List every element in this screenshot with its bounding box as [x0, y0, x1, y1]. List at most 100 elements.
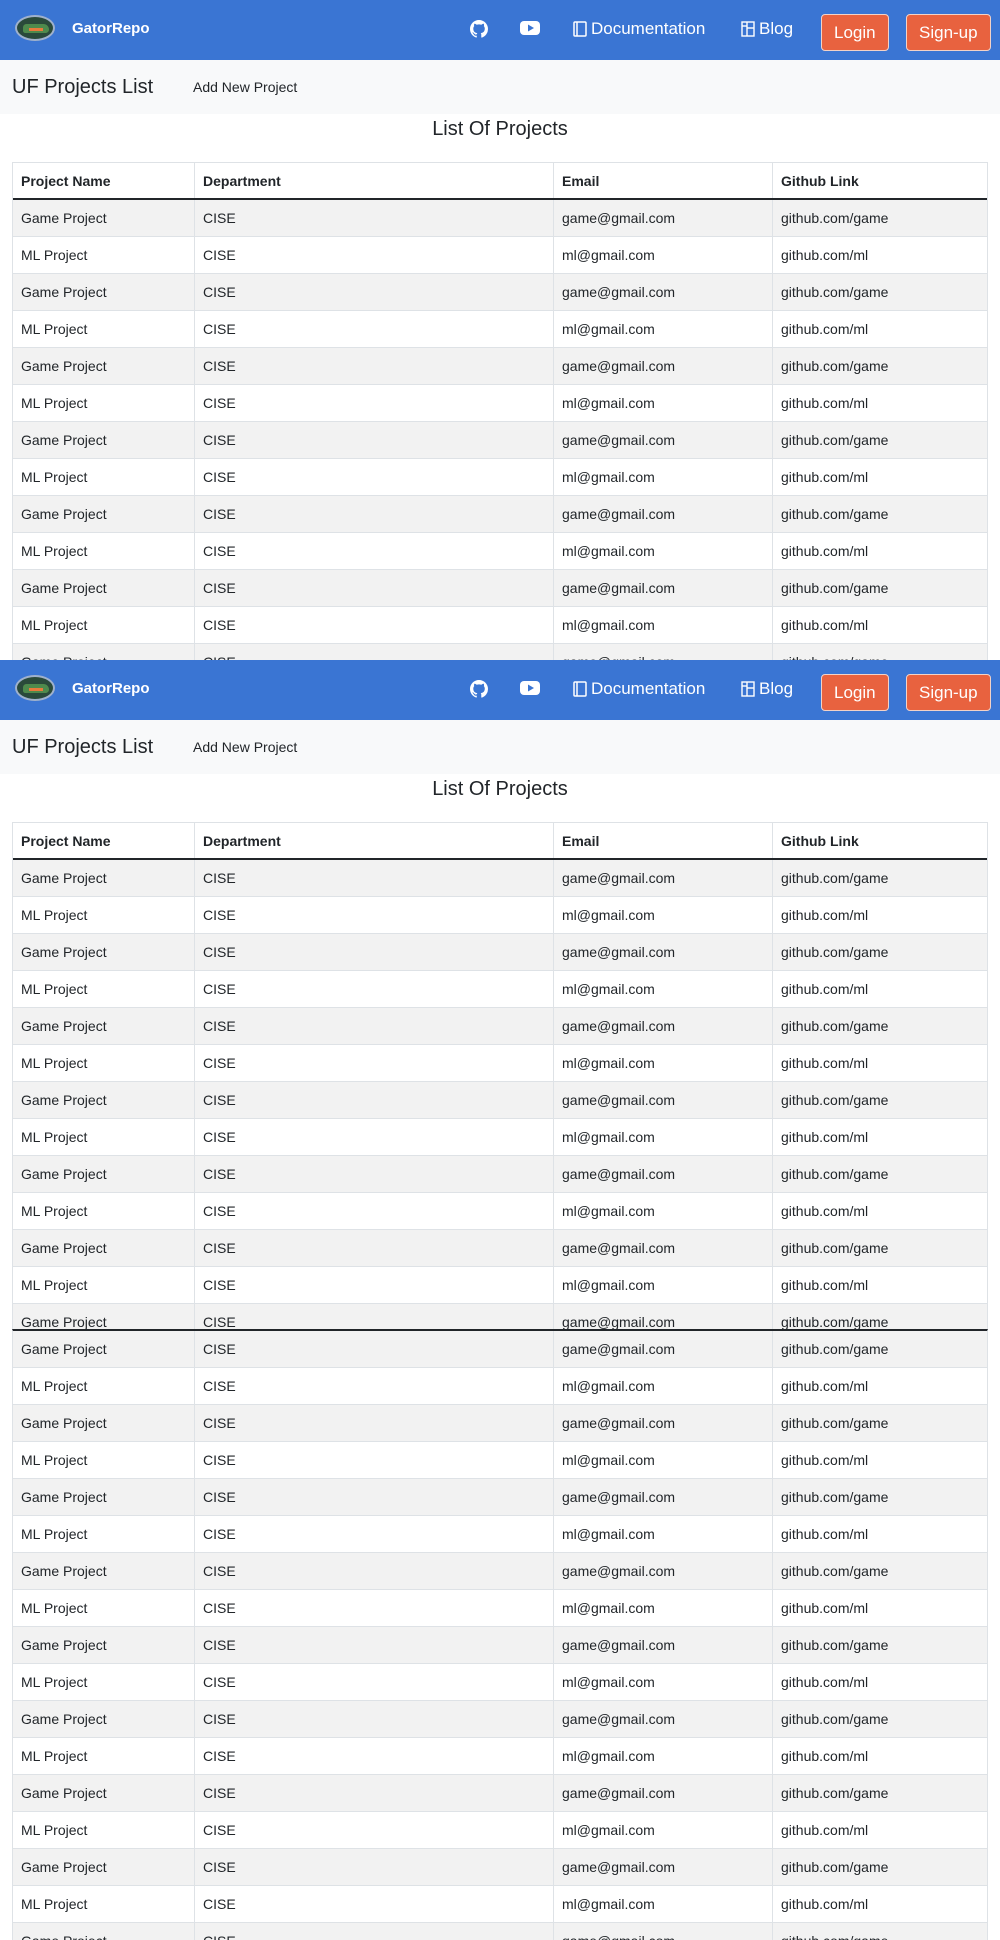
table-cell: ML Project — [13, 897, 195, 933]
table-row[interactable]: Game ProjectCISEgame@gmail.comgithub.com… — [13, 1082, 987, 1119]
table-row[interactable]: Game ProjectCISEgame@gmail.comgithub.com… — [13, 1701, 987, 1738]
page-title[interactable]: UF Projects List — [12, 736, 153, 759]
table-row[interactable]: ML Project CISE ml@gmail.com github.com/ml — [13, 971, 987, 1008]
table-cell: ML Project — [13, 311, 195, 347]
layout-icon — [741, 681, 755, 697]
table-row[interactable]: Game ProjectCISEgame@gmail.comgithub.com… — [13, 1627, 987, 1664]
table-row[interactable]: ML Project CISE ml@gmail.com github.com/ml — [13, 1516, 987, 1553]
table-row[interactable]: Game ProjectCISEgame@gmail.comgithub.com… — [13, 274, 987, 311]
table-row[interactable]: ML Project CISE ml@gmail.com github.com/ml — [13, 1368, 987, 1405]
table-row[interactable]: ML Project CISE ml@gmail.com github.com/ml — [13, 1193, 987, 1230]
table-row[interactable]: Game ProjectCISEgame@gmail.comgithub.com… — [13, 1405, 987, 1442]
table-row[interactable]: ML Project CISE ml@gmail.com github.com/ml — [13, 1738, 987, 1775]
signup-button[interactable]: Sign-up — [906, 674, 991, 711]
table-cell: ML Project — [13, 459, 195, 495]
table-cell: Game Project — [13, 1331, 195, 1367]
table-row[interactable]: ML Project CISE ml@gmail.com github.com/ml — [13, 1442, 987, 1479]
table-cell: game@gmail.com — [554, 1923, 773, 1940]
table-row[interactable]: ML Project CISE ml@gmail.com github.com/ml — [13, 897, 987, 934]
table-row[interactable]: ML Project CISE ml@gmail.com github.com/ml — [13, 1119, 987, 1156]
signup-button[interactable]: Sign-up — [906, 14, 991, 51]
column-header: Email — [554, 823, 773, 858]
table-cell: Game Project — [13, 348, 195, 384]
table-row[interactable]: ML Project CISE ml@gmail.com github.com/ml — [13, 459, 987, 496]
table-row[interactable]: ML Project CISE ml@gmail.com github.com/ml — [13, 1267, 987, 1304]
table-cell: CISE — [195, 1230, 554, 1266]
table-row[interactable]: Game ProjectCISEgame@gmail.comgithub.com… — [13, 1775, 987, 1812]
table-cell: ml@gmail.com — [554, 311, 773, 347]
gator-logo-icon[interactable] — [15, 15, 55, 41]
table-row[interactable]: ML Project CISE ml@gmail.com github.com/ml — [13, 1045, 987, 1082]
table-row[interactable]: ML Project CISE ml@gmail.com github.com/ml — [13, 1812, 987, 1849]
table-row[interactable]: ML Project CISE ml@gmail.com github.com/ml — [13, 607, 987, 644]
gator-logo-icon[interactable] — [15, 675, 55, 701]
table-row[interactable]: Game ProjectCISEgame@gmail.comgithub.com… — [13, 1331, 987, 1368]
table-row[interactable]: Game ProjectCISEgame@gmail.comgithub.com… — [13, 1849, 987, 1886]
table-cell: ml@gmail.com — [554, 1193, 773, 1229]
table-cell: github.com/ml — [781, 1748, 869, 1764]
table-cell: github.com/ml — [781, 1896, 869, 1912]
login-button[interactable]: Login — [821, 14, 889, 51]
table-row[interactable]: ML Project CISE ml@gmail.com github.com/ml — [13, 1664, 987, 1701]
table-row[interactable]: ML Project CISE ml@gmail.com github.com/ml — [13, 1590, 987, 1627]
table-cell: Game Project — [13, 496, 195, 532]
table-row[interactable]: Game ProjectCISEgame@gmail.comgithub.com… — [13, 860, 987, 897]
github-icon[interactable] — [470, 20, 490, 40]
list-heading: List Of Projects — [432, 118, 568, 140]
table-cell: CISE — [195, 1442, 554, 1478]
nav-blog-link[interactable]: Blog — [741, 19, 793, 39]
page-title[interactable]: UF Projects List — [12, 76, 153, 99]
table-cell: ML Project — [13, 1368, 195, 1404]
table-row[interactable]: ML Project CISE ml@gmail.com github.com/ml — [13, 385, 987, 422]
table-row[interactable]: Game ProjectCISEgame@gmail.comgithub.com… — [13, 570, 987, 607]
table-cell: ML Project — [13, 1886, 195, 1922]
nav-documentation-link[interactable]: Documentation — [573, 679, 705, 699]
table-row[interactable]: ML Project CISE ml@gmail.com github.com/ml — [13, 533, 987, 570]
table-row[interactable]: Game ProjectCISEgame@gmail.comgithub.com… — [13, 934, 987, 971]
table-cell: ml@gmail.com — [554, 897, 773, 933]
table-cell: github.com/game — [781, 1637, 889, 1653]
table-row[interactable]: Game ProjectCISEgame@gmail.comgithub.com… — [13, 1553, 987, 1590]
table-row[interactable]: ML Project CISE ml@gmail.com github.com/ml — [13, 1886, 987, 1923]
nav-documentation-link[interactable]: Documentation — [573, 19, 705, 39]
table-cell: game@gmail.com — [554, 1701, 773, 1737]
table-cell: ml@gmail.com — [554, 1045, 773, 1081]
table-cell: github.com/game — [781, 210, 889, 226]
brand-name[interactable]: GatorRepo — [72, 680, 150, 697]
github-icon[interactable] — [470, 680, 490, 700]
table-cell: ML Project — [13, 533, 195, 569]
table-row[interactable]: Game ProjectCISEgame@gmail.comgithub.com… — [13, 1156, 987, 1193]
youtube-icon[interactable] — [520, 20, 540, 40]
table-row[interactable]: Game ProjectCISEgame@gmail.comgithub.com… — [13, 1008, 987, 1045]
table-cell: github.com/ml — [781, 1452, 869, 1468]
login-button[interactable]: Login — [821, 674, 889, 711]
table-row[interactable]: Game ProjectCISEgame@gmail.comgithub.com… — [13, 1230, 987, 1267]
blog-label: Blog — [759, 679, 794, 698]
table-cell: CISE — [195, 200, 554, 236]
table-cell: CISE — [195, 1331, 554, 1367]
table-row[interactable]: Game ProjectCISEgame@gmail.comgithub.com… — [13, 644, 987, 660]
table-cell: github.com/game — [781, 1489, 889, 1505]
nav-blog-link[interactable]: Blog — [741, 679, 793, 699]
column-header: Project Name — [13, 163, 195, 198]
table-row[interactable]: Game ProjectCISEgame@gmail.comgithub.com… — [13, 496, 987, 533]
add-new-project-link[interactable]: Add New Project — [193, 79, 297, 95]
table-row[interactable]: Game ProjectCISEgame@gmail.comgithub.com… — [13, 348, 987, 385]
table-cell: github.com/game — [781, 1859, 889, 1875]
table-cell: github.com/ml — [781, 1600, 869, 1616]
table-row[interactable]: ML Project CISE ml@gmail.com github.com/ml — [13, 311, 987, 348]
table-cell: game@gmail.com — [554, 1405, 773, 1441]
table-cell: ml@gmail.com — [554, 1738, 773, 1774]
table-row[interactable]: Game ProjectCISEgame@gmail.comgithub.com… — [13, 422, 987, 459]
youtube-icon[interactable] — [520, 680, 540, 700]
add-new-project-link[interactable]: Add New Project — [193, 739, 297, 755]
table-row[interactable]: Game ProjectCISEgame@gmail.comgithub.com… — [13, 1479, 987, 1516]
table-row[interactable]: Game ProjectCISEgame@gmail.comgithub.com… — [13, 200, 987, 237]
table-row[interactable]: ML Project CISE ml@gmail.com github.com/ml — [13, 237, 987, 274]
table-cell: game@gmail.com — [554, 934, 773, 970]
table-cell: CISE — [195, 1045, 554, 1081]
table-cell: github.com/game — [781, 1563, 889, 1579]
brand-name[interactable]: GatorRepo — [72, 20, 150, 37]
table-row[interactable]: Game ProjectCISEgame@gmail.comgithub.com… — [13, 1923, 987, 1940]
table-cell: Game Project — [13, 200, 195, 236]
